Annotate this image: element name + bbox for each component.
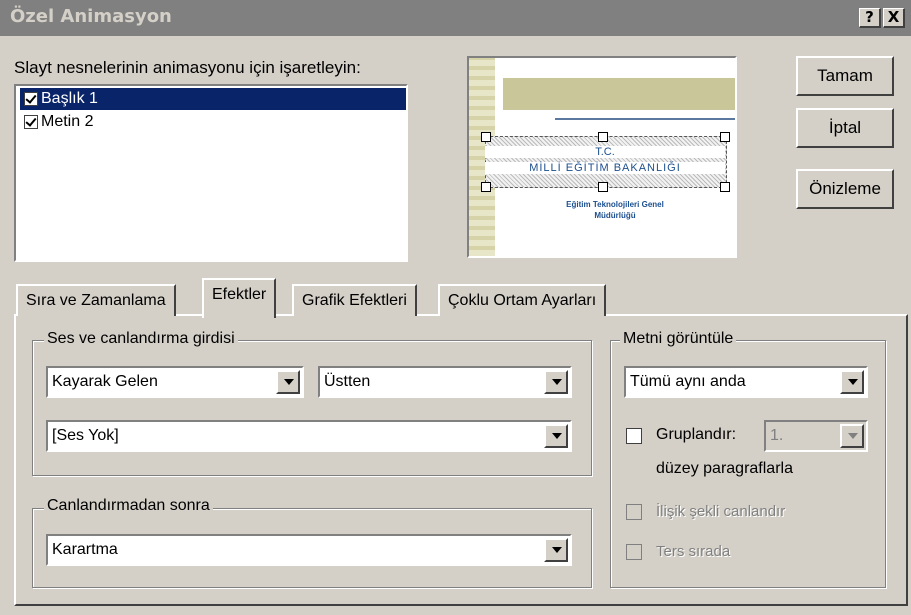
resize-handle[interactable]	[598, 182, 608, 192]
list-item-label: Başlık 1	[41, 90, 98, 107]
tab-chart-effects[interactable]: Grafik Efektleri	[292, 284, 417, 316]
list-item-metin[interactable]: Metin 2	[20, 111, 406, 133]
sound-animation-group	[32, 340, 592, 476]
tab-effects[interactable]: Efektler	[202, 278, 277, 318]
close-button[interactable]: X	[883, 8, 905, 28]
direction-select[interactable]: Üstten	[318, 366, 572, 398]
checkbox-metin[interactable]	[24, 115, 38, 129]
objects-list[interactable]: Başlık 1 Metin 2	[14, 84, 408, 262]
after-animation-select-value: Karartma	[52, 541, 118, 558]
slide-ministry: MİLLİ EĞİTİM BAKANLIĞI	[485, 162, 725, 174]
level-suffix-label: düzey paragraflarla	[656, 460, 793, 477]
after-animation-select[interactable]: Karartma	[46, 534, 572, 566]
reverse-order-checkbox[interactable]	[626, 544, 642, 560]
chevron-down-icon[interactable]	[840, 424, 864, 448]
tab-multimedia-settings[interactable]: Çoklu Ortam Ayarları	[438, 284, 607, 316]
attached-shape-checkbox[interactable]	[626, 504, 642, 520]
list-item-baslik[interactable]: Başlık 1	[20, 88, 406, 110]
slide-tc: T.C.	[485, 146, 725, 158]
slide-subtitle-1: Eğitim Teknolojileri Genel	[566, 200, 664, 209]
effect-select-value: Kayarak Gelen	[52, 373, 158, 390]
chevron-down-icon[interactable]	[544, 424, 568, 448]
resize-handle[interactable]	[720, 132, 730, 142]
group-checkbox-label[interactable]: Gruplandır:	[656, 426, 736, 444]
resize-handle[interactable]	[481, 132, 491, 142]
attached-shape-label[interactable]: İlişik şekli canlandır	[656, 503, 785, 520]
preview-button[interactable]: Önizleme	[796, 169, 894, 209]
slide-banner	[503, 78, 735, 110]
resize-handle[interactable]	[598, 132, 608, 142]
resize-handle[interactable]	[720, 182, 730, 192]
tab-order-timing[interactable]: Sıra ve Zamanlama	[16, 284, 176, 316]
sound-select[interactable]: [Ses Yok]	[46, 420, 572, 452]
chevron-down-icon[interactable]	[544, 370, 568, 394]
sound-animation-group-label: Ses ve canlandırma girdisi	[44, 330, 238, 348]
text-display-group-label: Metni görüntüle	[620, 330, 737, 348]
group-checkbox[interactable]	[626, 428, 642, 444]
list-item-label: Metin 2	[41, 113, 94, 130]
cancel-button[interactable]: İptal	[796, 108, 894, 148]
checkbox-baslik[interactable]	[24, 92, 38, 106]
resize-handle[interactable]	[481, 182, 491, 192]
objects-prompt: Slayt nesnelerinin animasyonu için işare…	[14, 58, 361, 77]
reverse-order-label[interactable]: Ters sırada	[656, 543, 730, 560]
effect-select[interactable]: Kayarak Gelen	[46, 366, 304, 398]
slide-subtitle-2: Müdürlüğü	[594, 211, 636, 220]
text-display-select-value: Tümü aynı anda	[630, 373, 746, 390]
ok-button[interactable]: Tamam	[796, 56, 894, 96]
sound-select-value: [Ses Yok]	[52, 427, 119, 444]
chevron-down-icon[interactable]	[276, 370, 300, 394]
direction-select-value: Üstten	[324, 373, 371, 390]
after-animation-group-label: Canlandırmadan sonra	[44, 497, 213, 515]
chevron-down-icon[interactable]	[544, 538, 568, 562]
chevron-down-icon[interactable]	[840, 370, 864, 394]
group-level-select[interactable]: 1.	[764, 420, 868, 452]
text-display-select[interactable]: Tümü aynı anda	[624, 366, 868, 398]
slide-rule	[555, 118, 735, 120]
help-button[interactable]: ?	[859, 8, 881, 28]
window-title: Özel Animasyon	[10, 6, 172, 27]
group-level-select-value: 1.	[770, 427, 784, 444]
slide-preview: T.C. MİLLİ EĞİTİM BAKANLIĞI Eğitim Tekno…	[467, 56, 737, 258]
